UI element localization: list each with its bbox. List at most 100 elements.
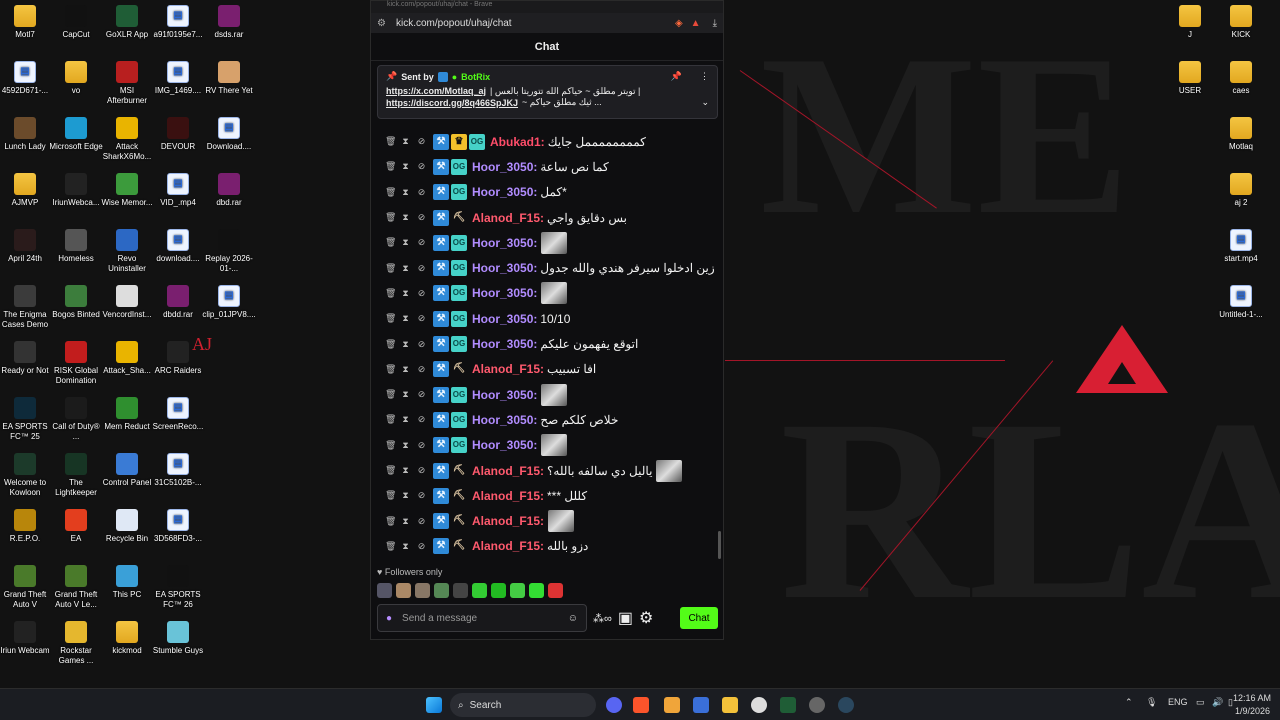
chat-username[interactable]: Hoor_3050: (472, 236, 537, 250)
chat-message[interactable]: 🗑 ⧗ ⊘ ⚒ ⛏ Alanod_F15: دزو بالله (371, 534, 723, 559)
desktop-icon[interactable]: kickmod (99, 621, 155, 656)
desktop-icon[interactable]: R.E.P.O. (0, 509, 53, 544)
timeout-icon[interactable]: ⧗ (401, 314, 410, 323)
chat-message[interactable]: 🗑 ⧗ ⊘ ⚒ OG Hoor_3050: كمل* (371, 180, 723, 205)
network-icon[interactable]: ▭ (1196, 697, 1205, 708)
timeout-icon[interactable]: ⧗ (401, 339, 410, 349)
delete-icon[interactable]: 🗑 (385, 314, 396, 323)
delete-icon[interactable]: 🗑 (385, 339, 396, 349)
desktop-icon[interactable]: ▤ Download.... (201, 117, 257, 152)
timeout-icon[interactable]: ⧗ (401, 364, 410, 374)
chat-input[interactable]: ● Send a message ☺ (377, 604, 587, 632)
delete-icon[interactable]: 🗑 (385, 491, 396, 500)
mic-tray-icon[interactable]: 🎙 (1146, 697, 1157, 708)
chat-username[interactable]: Hoor_3050: (472, 312, 537, 326)
language-indicator[interactable]: ENG (1168, 697, 1188, 707)
pinned-message[interactable]: 📌 Sent by ● BotRix 📌 ⋮ https://x.com/Mot… (377, 65, 718, 119)
emoji-icon[interactable]: ☺ (568, 613, 578, 624)
unpin-icon[interactable]: 📌 (671, 71, 682, 82)
chat-username[interactable]: Hoor_3050: (472, 388, 537, 402)
desktop-icon[interactable]: vo (48, 61, 104, 96)
points-icon[interactable]: ⁂∞ (593, 612, 612, 625)
desktop-icon[interactable]: Lunch Lady (0, 117, 53, 152)
timeout-icon[interactable]: ⧗ (401, 162, 410, 171)
desktop-icon[interactable]: ▤ start.mp4 (1213, 229, 1269, 264)
timeout-icon[interactable]: ⧗ (401, 466, 410, 475)
desktop-icon[interactable]: RISK Global Domination (48, 341, 104, 386)
emote[interactable] (396, 583, 411, 598)
ban-icon[interactable]: ⊘ (417, 314, 426, 323)
delete-icon[interactable]: 🗑 (385, 288, 396, 298)
delete-icon[interactable]: 🗑 (385, 238, 396, 247)
chat-username[interactable]: Hoor_3050: (472, 286, 537, 300)
ban-icon[interactable]: ⊘ (417, 516, 426, 526)
desktop-icon[interactable]: ▤ VID_.mp4 (150, 173, 206, 208)
timeout-icon[interactable]: ⧗ (401, 541, 410, 551)
timeout-icon[interactable]: ⧗ (401, 415, 410, 424)
steam-icon[interactable] (838, 697, 854, 713)
desktop-icon[interactable]: GoXLR App (99, 5, 155, 40)
desktop-icon[interactable]: Call of Duty® ... (48, 397, 104, 442)
desktop-icon[interactable]: Recycle Bin (99, 509, 155, 544)
desktop-icon[interactable]: ▤ clip_01JPV8.... (201, 285, 257, 320)
delete-icon[interactable]: 🗑 (385, 541, 396, 551)
chat-message[interactable]: 🗑 ⧗ ⊘ ⚒ ⛏ Alanod_F15: (371, 508, 723, 533)
taskbar-search[interactable]: ⌕ Search (450, 693, 596, 717)
desktop-icon[interactable]: dbdd.rar (150, 285, 206, 320)
chat-message[interactable]: 🗑 ⧗ ⊘ ⚒ OG Hoor_3050: زين ادخلوا سيرفر هندي وا… (371, 255, 723, 280)
desktop-icon[interactable]: Homeless (48, 229, 104, 264)
brave-shields-icon[interactable]: ◈ (675, 18, 683, 29)
gift-icon[interactable]: ▣ (618, 608, 633, 628)
chevron-up-icon[interactable]: ⌃ (1125, 697, 1133, 708)
desktop-icon[interactable]: Microsoft Edge (48, 117, 104, 152)
ban-icon[interactable]: ⊘ (417, 187, 426, 197)
desktop-icon[interactable]: Attack SharkX6Mo... (99, 117, 155, 162)
chat-username[interactable]: Hoor_3050: (472, 160, 537, 174)
brave-icon[interactable] (633, 697, 649, 713)
ban-icon[interactable]: ⊘ (417, 137, 426, 146)
ban-icon[interactable]: ⊘ (417, 390, 426, 399)
ban-icon[interactable]: ⊘ (417, 541, 426, 551)
chat-username[interactable]: Alanod_F15: (472, 211, 544, 225)
chat-placeholder[interactable]: Send a message (402, 613, 477, 624)
desktop-icon[interactable]: aj 2 (1213, 173, 1269, 208)
desktop-icon[interactable]: ARC Raiders (150, 341, 206, 376)
chat-username[interactable]: Hoor_3050: (472, 438, 537, 452)
ban-icon[interactable]: ⊘ (417, 466, 426, 475)
desktop-icon[interactable]: dbd.rar (201, 173, 257, 208)
chat-scrollbar[interactable] (718, 531, 721, 559)
app-icon[interactable] (664, 697, 680, 713)
chat-messages[interactable]: 🗑 ⧗ ⊘ ⚒ ♛ OG Abukad1: كممممممممل جايك 🗑 ⧗ ⊘ ⚒ OG Hoor… (371, 129, 723, 561)
desktop-icon[interactable]: EA SPORTS FC™ 26 (150, 565, 206, 610)
download-icon[interactable]: ⤓ (713, 18, 717, 29)
desktop-icon[interactable]: KICK (1213, 5, 1269, 40)
chat-message[interactable]: 🗑 ⧗ ⊘ ⚒ ⛏ Alanod_F15: *** كللل (371, 483, 723, 508)
desktop-icon[interactable]: ▤ 3D568FD3-... (150, 509, 206, 544)
desktop-icon[interactable]: Grand Theft Auto V (0, 565, 53, 610)
desktop-icon[interactable]: ▤ Untitled-1-... (1213, 285, 1269, 320)
chat-message[interactable]: 🗑 ⧗ ⊘ ⚒ OG Hoor_3050: (371, 230, 723, 255)
delete-icon[interactable]: 🗑 (385, 415, 396, 424)
chat-username[interactable]: Hoor_3050: (472, 413, 537, 427)
chat-message[interactable]: 🗑 ⧗ ⊘ ⚒ ♛ OG Abukad1: كممممممممل جايك (371, 129, 723, 154)
discord-icon[interactable] (606, 697, 622, 713)
desktop-icon[interactable]: The Lightkeeper (48, 453, 104, 498)
desktop-icon[interactable]: ▤ a91f0195e7... (150, 5, 206, 40)
desktop-icon[interactable]: IriunWebca... (48, 173, 104, 208)
chat-username[interactable]: Alanod_F15: (472, 464, 544, 478)
chat-message[interactable]: 🗑 ⧗ ⊘ ⚒ OG Hoor_3050: (371, 382, 723, 407)
chat-username[interactable]: Abukad1: (490, 135, 545, 149)
timeout-icon[interactable]: ⧗ (401, 213, 410, 222)
timeout-icon[interactable]: ⧗ (401, 288, 410, 298)
bot-name[interactable]: BotRix (461, 72, 490, 82)
expand-chevron-icon[interactable]: ⌄ (701, 97, 709, 108)
desktop-icon[interactable]: Bogos Binted (48, 285, 104, 320)
chat-username[interactable]: Alanod_F15: (472, 514, 544, 528)
chat-username[interactable]: Hoor_3050: (472, 185, 537, 199)
ban-icon[interactable]: ⊘ (417, 339, 426, 349)
chat-message[interactable]: 🗑 ⧗ ⊘ ⚒ OG Hoor_3050: 10/10 (371, 306, 723, 331)
chat-username[interactable]: Hoor_3050: (472, 337, 537, 351)
delete-icon[interactable]: 🗑 (385, 162, 396, 171)
ban-icon[interactable]: ⊘ (417, 238, 426, 247)
chat-username[interactable]: Hoor_3050: (472, 261, 537, 275)
